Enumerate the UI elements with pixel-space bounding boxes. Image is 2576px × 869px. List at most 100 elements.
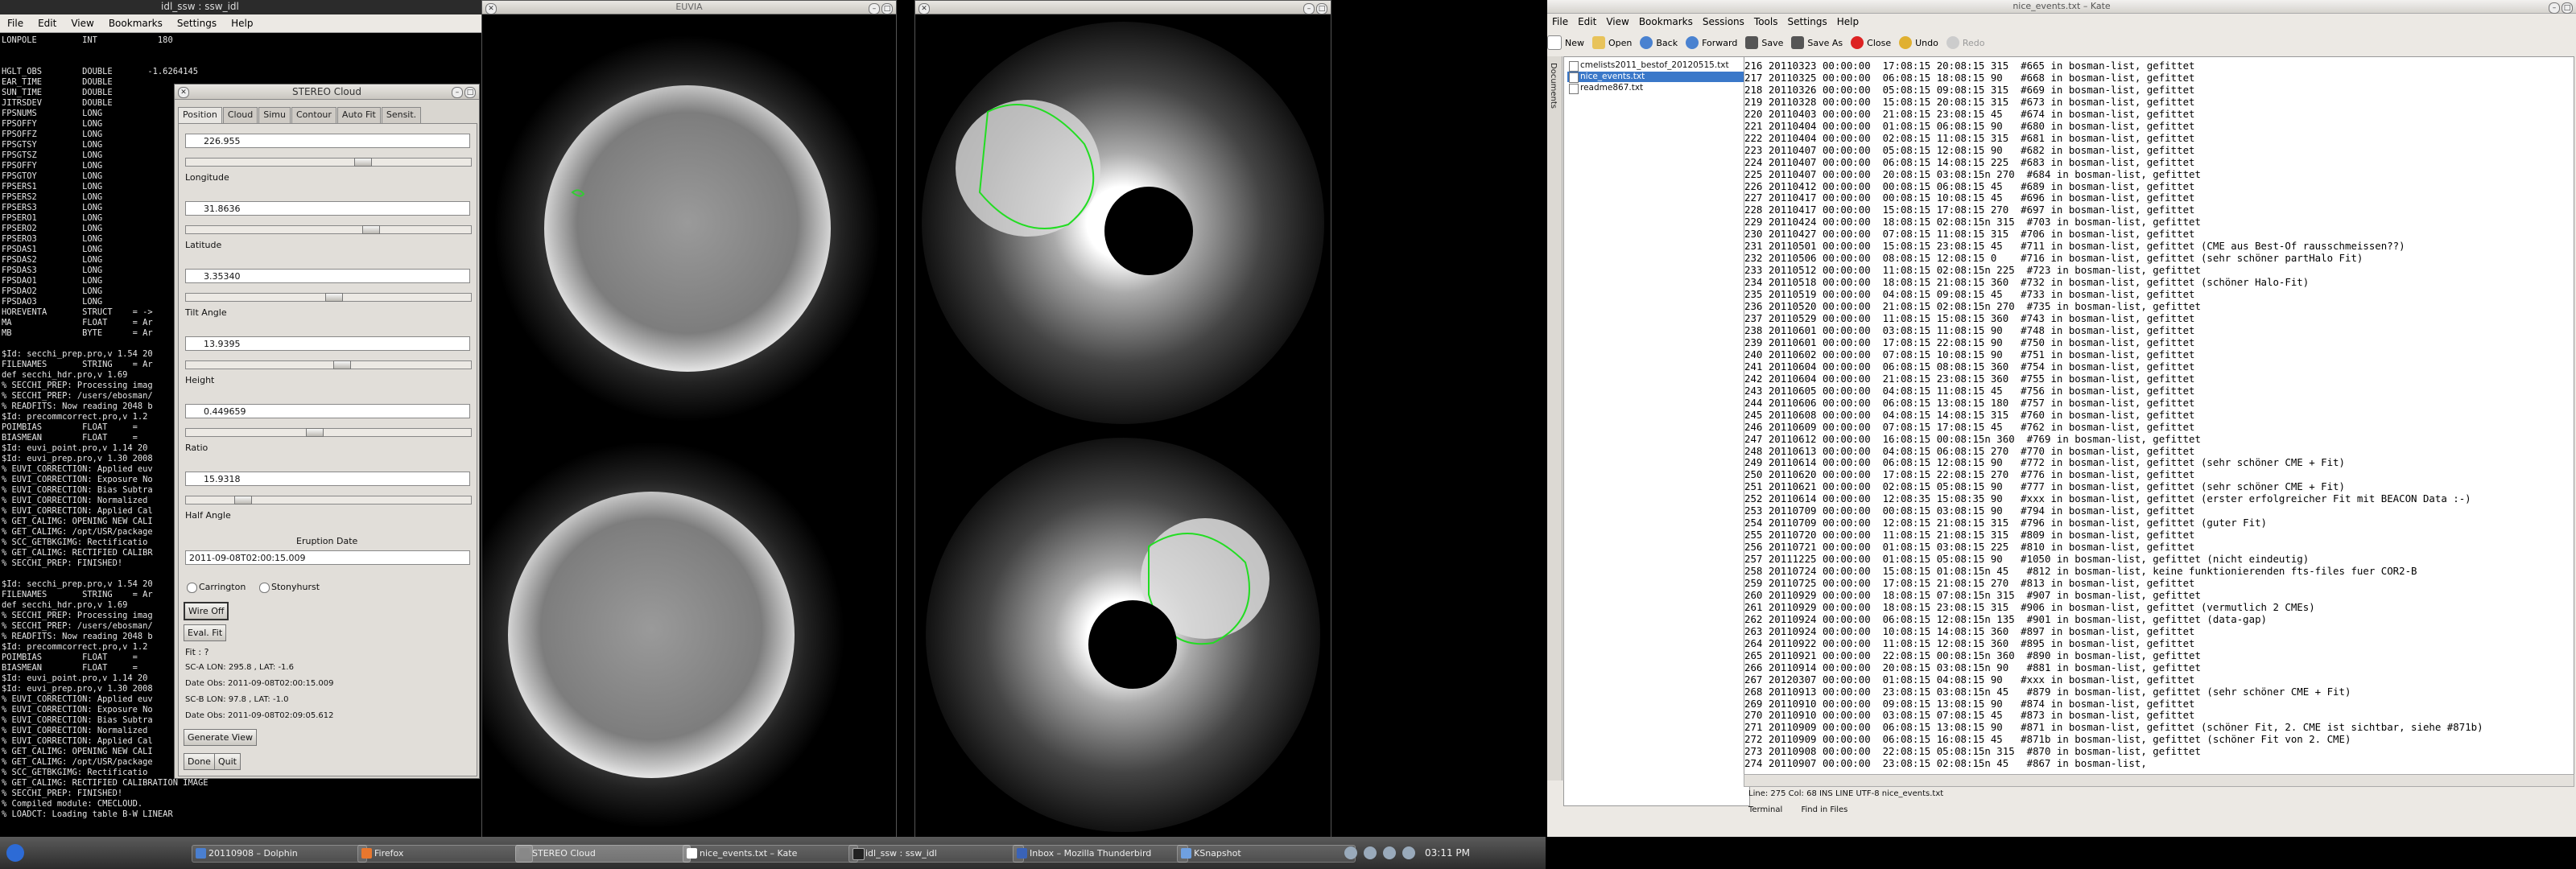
editor-line[interactable]: 239 20110601 00:00:00 17:08:15 22:08:15 … [1744, 336, 2574, 349]
terminal-titlebar[interactable]: idl_ssw : ssw_idl [0, 0, 481, 14]
editor-area[interactable]: 216 20110323 00:00:00 17:08:15 20:08:15 … [1744, 56, 2574, 776]
document-item[interactable]: cmelists2011_bestof_20120515.txt [1567, 60, 1749, 72]
editor-line[interactable]: 255 20110720 00:00:00 11:08:15 21:08:15 … [1744, 529, 2574, 542]
editor-line[interactable]: 224 20110407 00:00:00 06:08:15 14:08:15 … [1744, 156, 2574, 169]
menu-settings[interactable]: Settings [1782, 16, 1831, 27]
eruption-date-field[interactable]: 2011-09-08T02:00:15.009 [185, 550, 470, 565]
back-button[interactable]: Back [1640, 36, 1678, 49]
slider-thumb[interactable] [306, 428, 324, 437]
editor-line[interactable]: 271 20110909 00:00:00 06:08:15 13:08:15 … [1744, 721, 2574, 734]
editor-line[interactable]: 246 20110609 00:00:00 07:08:15 17:08:15 … [1744, 421, 2574, 434]
editor-line[interactable]: 227 20110417 00:00:00 00:08:15 10:08:15 … [1744, 192, 2574, 204]
slider-thumb[interactable] [234, 496, 252, 505]
editor-line[interactable]: 222 20110404 00:00:00 02:08:15 11:08:15 … [1744, 132, 2574, 145]
menu-bookmarks[interactable]: Bookmarks [1634, 16, 1698, 27]
latitude-field[interactable]: 3.35340 [185, 269, 470, 283]
editor-line[interactable]: 256 20110721 00:00:00 01:08:15 03:08:15 … [1744, 541, 2574, 554]
editor-line[interactable]: 264 20110922 00:00:00 11:08:15 12:08:15 … [1744, 637, 2574, 650]
save-button[interactable]: Save [1745, 36, 1783, 49]
editor-line[interactable]: 263 20110924 00:00:00 10:08:15 14:08:15 … [1744, 625, 2574, 638]
maximize-icon[interactable]: □ [464, 87, 476, 98]
task-firefox[interactable]: Firefox [357, 845, 533, 863]
editor-line[interactable]: 253 20110709 00:00:00 00:08:15 03:08:15 … [1744, 505, 2574, 517]
minimize-icon[interactable]: – [452, 87, 463, 98]
editor-text[interactable]: 216 20110323 00:00:00 17:08:15 20:08:15 … [1744, 60, 2574, 770]
editor-line[interactable]: 217 20110325 00:00:00 06:08:15 18:08:15 … [1744, 72, 2574, 84]
menu-view[interactable]: View [64, 18, 101, 29]
editor-line[interactable]: 254 20110709 00:00:00 12:08:15 21:08:15 … [1744, 517, 2574, 529]
editor-line[interactable]: 226 20110412 00:00:00 00:08:15 06:08:15 … [1744, 180, 2574, 193]
tab-contour[interactable]: Contour [291, 107, 336, 123]
minimize-icon[interactable]: – [2549, 2, 2560, 14]
menu-sessions[interactable]: Sessions [1698, 16, 1749, 27]
menu-edit[interactable]: Edit [31, 18, 64, 29]
height-slider[interactable] [185, 428, 472, 437]
minimize-icon[interactable]: – [869, 3, 880, 14]
editor-line[interactable]: 234 20110518 00:00:00 18:08:15 21:08:15 … [1744, 276, 2574, 289]
tab-find-in-files[interactable]: Find in Files [1801, 805, 1847, 814]
tab-sensitivity[interactable]: Sensit. [381, 107, 422, 123]
task-dolphin[interactable]: 20110908 – Dolphin [192, 845, 367, 863]
editor-line[interactable]: 218 20110326 00:00:00 05:08:15 09:08:15 … [1744, 84, 2574, 97]
menu-file[interactable]: File [0, 18, 31, 29]
value-field-1[interactable]: 226.955 [185, 134, 470, 148]
slider-thumb[interactable] [354, 158, 372, 167]
task-kate[interactable]: nice_events.txt – Kate [683, 845, 858, 863]
editor-line[interactable]: 269 20110910 00:00:00 09:08:15 13:08:15 … [1744, 698, 2574, 710]
editor-line[interactable]: 251 20110621 00:00:00 02:08:15 05:08:15 … [1744, 480, 2574, 493]
editor-line[interactable]: 267 20120307 00:00:00 01:08:15 04:08:15 … [1744, 673, 2574, 686]
editor-line[interactable]: 233 20110512 00:00:00 11:08:15 02:08:15n… [1744, 264, 2574, 277]
quit-button[interactable]: Quit [214, 753, 241, 770]
editor-line[interactable]: 258 20110724 00:00:00 15:08:15 01:08:15n… [1744, 565, 2574, 578]
network-icon[interactable] [1364, 846, 1377, 859]
editor-line[interactable]: 260 20110929 00:00:00 18:08:15 07:08:15n… [1744, 589, 2574, 602]
menu-bookmarks[interactable]: Bookmarks [101, 18, 170, 29]
new-button[interactable]: New [1547, 35, 1584, 50]
editor-line[interactable]: 232 20110506 00:00:00 08:08:15 12:08:15 … [1744, 252, 2574, 265]
editor-line[interactable]: 216 20110323 00:00:00 17:08:15 20:08:15 … [1744, 60, 2574, 72]
maximize-icon[interactable]: □ [1316, 3, 1327, 14]
editor-line[interactable]: 238 20110601 00:00:00 03:08:15 11:08:15 … [1744, 324, 2574, 337]
close-icon[interactable]: ✕ [919, 3, 930, 14]
tilt-angle-slider[interactable] [185, 360, 472, 369]
generate-view-button[interactable]: Generate View [184, 729, 257, 746]
horizontal-scrollbar[interactable] [1744, 774, 2574, 787]
notification-icon[interactable] [1383, 846, 1396, 859]
editor-line[interactable]: 252 20110614 00:00:00 12:08:35 15:08:35 … [1744, 492, 2574, 505]
editor-line[interactable]: 249 20110614 00:00:00 06:08:15 12:08:15 … [1744, 457, 2574, 469]
maximize-icon[interactable]: □ [2562, 2, 2573, 14]
menu-help[interactable]: Help [224, 18, 260, 29]
editor-line[interactable]: 270 20110910 00:00:00 03:08:15 07:08:15 … [1744, 710, 2574, 722]
task-thunderbird[interactable]: Inbox – Mozilla Thunderbird [1013, 845, 1188, 863]
editor-line[interactable]: 262 20110924 00:00:00 06:08:15 12:08:15n… [1744, 613, 2574, 626]
editor-line[interactable]: 230 20110427 00:00:00 07:08:15 11:08:15 … [1744, 228, 2574, 241]
wire-off-button[interactable]: Wire Off [184, 602, 229, 620]
tilt-angle-field[interactable]: 13.9395 [185, 336, 470, 351]
ratio-slider[interactable] [185, 496, 472, 505]
minimize-icon[interactable]: – [1303, 3, 1315, 14]
editor-line[interactable]: 250 20110620 00:00:00 17:08:15 22:08:15 … [1744, 468, 2574, 481]
editor-line[interactable]: 237 20110529 00:00:00 11:08:15 15:08:15 … [1744, 312, 2574, 325]
latitude-slider[interactable] [185, 293, 472, 302]
editor-line[interactable]: 235 20110519 00:00:00 04:08:15 09:08:15 … [1744, 288, 2574, 301]
slider-thumb[interactable] [325, 293, 343, 302]
editor-line[interactable]: 268 20110913 00:00:00 23:08:15 03:08:15n… [1744, 686, 2574, 698]
task-terminal[interactable]: idl_ssw : ssw_idl [848, 845, 1024, 863]
editor-line[interactable]: 236 20110520 00:00:00 21:08:15 02:08:15n… [1744, 300, 2574, 313]
editor-line[interactable]: 259 20110725 00:00:00 17:08:15 21:08:15 … [1744, 577, 2574, 590]
editor-line[interactable]: 248 20110613 00:00:00 04:08:15 06:08:15 … [1744, 445, 2574, 458]
done-button[interactable]: Done [184, 753, 215, 770]
save-as-button[interactable]: Save As [1791, 36, 1843, 49]
editor-line[interactable]: 243 20110605 00:00:00 04:08:15 11:08:15 … [1744, 385, 2574, 397]
editor-line[interactable]: 242 20110604 00:00:00 21:08:15 23:08:15 … [1744, 373, 2574, 385]
undo-button[interactable]: Undo [1899, 36, 1938, 49]
clock[interactable]: 03:11 PM [1425, 847, 1470, 859]
volume-icon[interactable] [1344, 846, 1357, 859]
close-button[interactable]: Close [1851, 36, 1891, 49]
euvi-titlebar[interactable]: ✕ EUVIA – □ [482, 1, 896, 14]
editor-line[interactable]: 245 20110608 00:00:00 04:08:15 14:08:15 … [1744, 409, 2574, 422]
kate-titlebar[interactable]: nice_events.txt – Kate – □ [1547, 0, 2576, 14]
editor-line[interactable]: 228 20110417 00:00:00 15:08:15 17:08:15 … [1744, 204, 2574, 216]
editor-line[interactable]: 241 20110604 00:00:00 06:08:15 08:08:15 … [1744, 360, 2574, 373]
start-menu-icon[interactable] [6, 844, 24, 862]
